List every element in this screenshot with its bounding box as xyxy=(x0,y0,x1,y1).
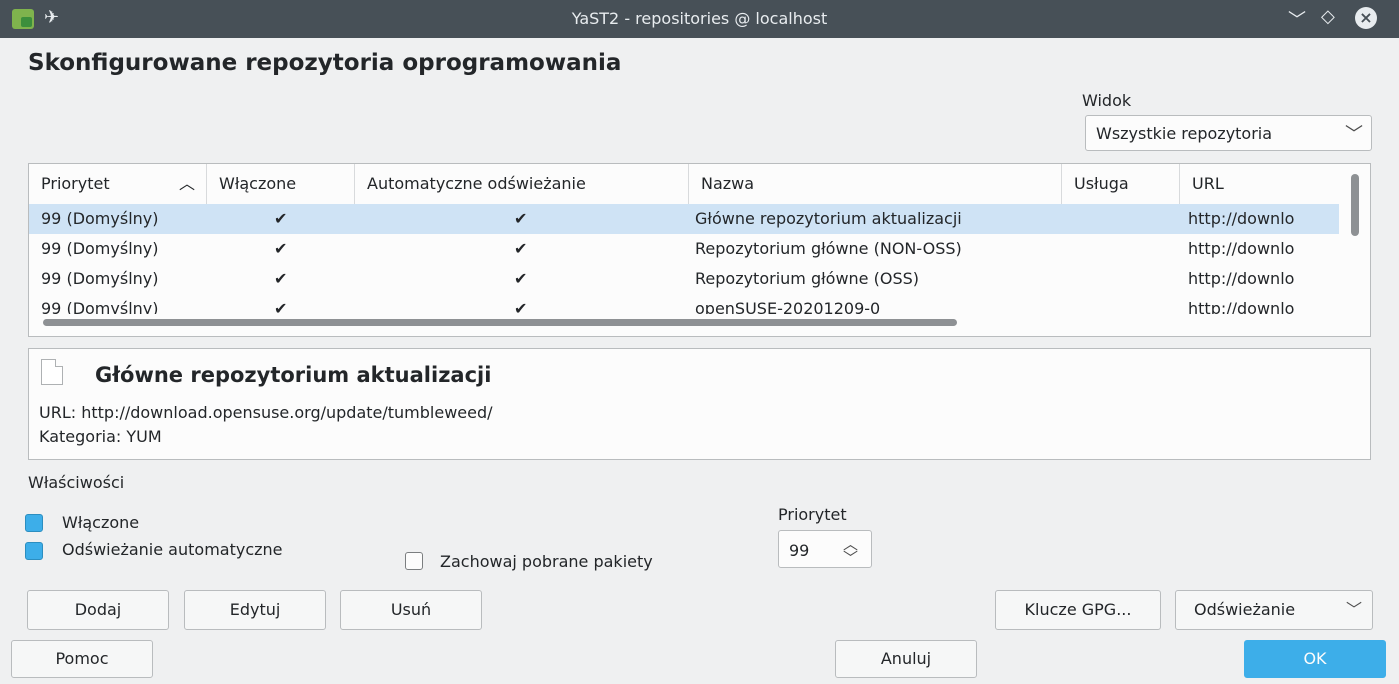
add-button[interactable]: Dodaj xyxy=(27,590,169,630)
vertical-scrollbar[interactable] xyxy=(1351,174,1359,236)
details-category: Kategoria: YUM xyxy=(39,427,162,446)
priority-spinbox[interactable]: 99 ︿ ﹀ xyxy=(778,530,872,568)
page-title: Skonfigurowane repozytoria oprogramowani… xyxy=(28,50,622,76)
ok-button[interactable]: OK xyxy=(1244,640,1386,678)
keep-packages-checkbox[interactable] xyxy=(405,552,423,570)
priority-value: 99 xyxy=(789,541,810,560)
refresh-button[interactable]: Odświeżanie ﹀ xyxy=(1175,590,1373,630)
gpg-keys-button[interactable]: Klucze GPG... xyxy=(995,590,1161,630)
table-row[interactable]: 99 (Domyślny) ✔ ✔ Główne repozytorium ak… xyxy=(29,204,1339,234)
priority-label: Priorytet xyxy=(778,505,847,524)
column-header-service[interactable]: Usługa xyxy=(1062,164,1180,204)
repositories-table[interactable]: Priorytet ︿ Włączone Automatyczne odświe… xyxy=(28,163,1371,337)
table-row[interactable]: 99 (Domyślny) ✔ ✔ Repozytorium główne (O… xyxy=(29,264,1339,294)
window-titlebar: ✈ YaST2 - repositories @ localhost ﹀ ◇ × xyxy=(0,0,1399,38)
minimize-icon[interactable]: ﹀ xyxy=(1288,6,1306,32)
sort-ascending-icon: ︿ xyxy=(179,174,196,193)
delete-button[interactable]: Usuń xyxy=(340,590,482,630)
properties-label: Właściwości xyxy=(28,473,125,492)
horizontal-scrollbar[interactable] xyxy=(43,319,957,326)
chevron-down-icon: ﹀ xyxy=(1345,600,1362,619)
chevron-down-icon: ﹀ xyxy=(1345,124,1363,145)
enabled-checkbox[interactable] xyxy=(25,514,43,532)
view-select-value: Wszystkie repozytoria xyxy=(1096,124,1273,143)
close-icon[interactable]: × xyxy=(1355,7,1377,29)
table-row[interactable]: 99 (Domyślny) ✔ ✔ openSUSE-20201209-0 ht… xyxy=(29,294,1339,314)
help-button[interactable]: Pomoc xyxy=(11,640,153,678)
document-icon xyxy=(41,359,63,385)
details-url: URL: http://download.opensuse.org/update… xyxy=(39,403,493,422)
keep-packages-checkbox-label: Zachowaj pobrane pakiety xyxy=(440,552,653,571)
details-title: Główne repozytorium aktualizacji xyxy=(95,363,492,387)
column-header-autorefresh[interactable]: Automatyczne odświeżanie xyxy=(355,164,689,204)
cancel-button[interactable]: Anuluj xyxy=(835,640,977,678)
column-header-priority[interactable]: Priorytet ︿ xyxy=(29,164,207,204)
view-label: Widok xyxy=(1082,91,1132,110)
window-title: YaST2 - repositories @ localhost xyxy=(571,9,828,28)
edit-button[interactable]: Edytuj xyxy=(184,590,326,630)
repository-details-panel: Główne repozytorium aktualizacji URL: ht… xyxy=(28,348,1371,460)
spin-down-icon[interactable]: ﹀ xyxy=(843,547,858,568)
enabled-checkbox-label: Włączone xyxy=(62,513,140,532)
column-header-url[interactable]: URL xyxy=(1180,164,1340,204)
autorefresh-checkbox-label: Odświeżanie automatyczne xyxy=(62,540,283,559)
view-select[interactable]: Wszystkie repozytoria ﹀ xyxy=(1085,115,1372,151)
table-row[interactable]: 99 (Domyślny) ✔ ✔ Repozytorium główne (N… xyxy=(29,234,1339,264)
autorefresh-checkbox[interactable] xyxy=(25,542,43,560)
maximize-icon[interactable]: ◇ xyxy=(1321,6,1335,27)
column-header-enabled[interactable]: Włączone xyxy=(207,164,355,204)
column-header-name[interactable]: Nazwa xyxy=(689,164,1062,204)
